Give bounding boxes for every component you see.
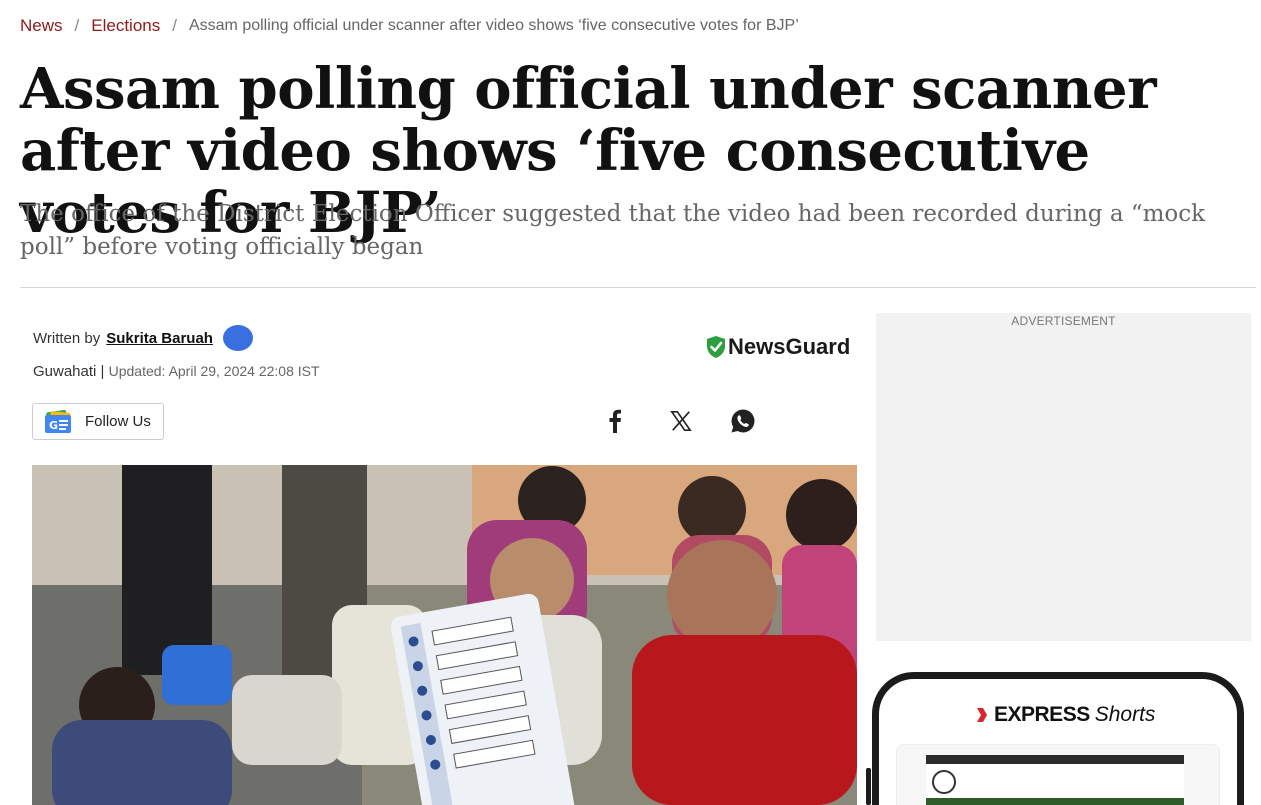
follow-us-button[interactable]: G Follow Us: [32, 403, 164, 440]
article-subheadline: The office of the District Election Offi…: [20, 201, 1206, 260]
x-icon: [670, 411, 692, 431]
breadcrumb: News / Elections / Assam polling officia…: [20, 16, 799, 36]
article-meta: Guwahati | Updated: April 29, 2024 22:08…: [33, 363, 320, 380]
shorts-preview-navbar: [926, 798, 1184, 805]
x-share-button[interactable]: [666, 406, 696, 436]
advertisement-slot[interactable]: [876, 313, 1251, 641]
breadcrumb-current: Assam polling official under scanner aft…: [188, 17, 799, 34]
shorts-preview-emblem: [932, 770, 956, 794]
follow-us-label: Follow Us: [85, 413, 151, 430]
express-shorts-suffix: Shorts: [1094, 703, 1156, 726]
meta-separator: |: [100, 363, 105, 380]
google-news-icon: G: [45, 409, 71, 433]
express-shorts-logo[interactable]: EXPRESS Shorts: [975, 703, 1155, 727]
facebook-icon: [609, 409, 621, 433]
byline: Written by Sukrita Baruah: [33, 325, 253, 351]
express-logo-icon: [977, 708, 987, 722]
svg-text:G: G: [49, 419, 58, 432]
breadcrumb-separator: /: [74, 16, 80, 35]
shorts-preview-topbar: [926, 755, 1184, 764]
divider: [20, 287, 1256, 288]
advertisement-label: ADVERTISEMENT: [1011, 314, 1116, 328]
breadcrumb-separator: /: [172, 16, 177, 35]
written-by-label: Written by: [33, 329, 101, 347]
author-link[interactable]: Sukrita Baruah: [106, 330, 213, 347]
breadcrumb-news-link[interactable]: News: [20, 16, 63, 36]
phone-frame-button: [866, 768, 871, 805]
breadcrumb-elections-link[interactable]: Elections: [91, 16, 160, 36]
whatsapp-icon: [731, 409, 755, 433]
shield-check-icon: [707, 336, 725, 358]
whatsapp-share-button[interactable]: [728, 406, 758, 436]
author-avatar[interactable]: [222, 325, 253, 351]
express-brand: EXPRESS: [994, 703, 1090, 726]
newsguard-label: NewsGuard: [728, 334, 851, 359]
newsguard-badge[interactable]: NewsGuard: [706, 334, 850, 360]
hero-image: [32, 465, 857, 805]
dateline-location: Guwahati: [33, 363, 97, 380]
facebook-share-button[interactable]: [600, 406, 630, 436]
updated-timestamp: Updated: April 29, 2024 22:08 IST: [108, 363, 320, 379]
